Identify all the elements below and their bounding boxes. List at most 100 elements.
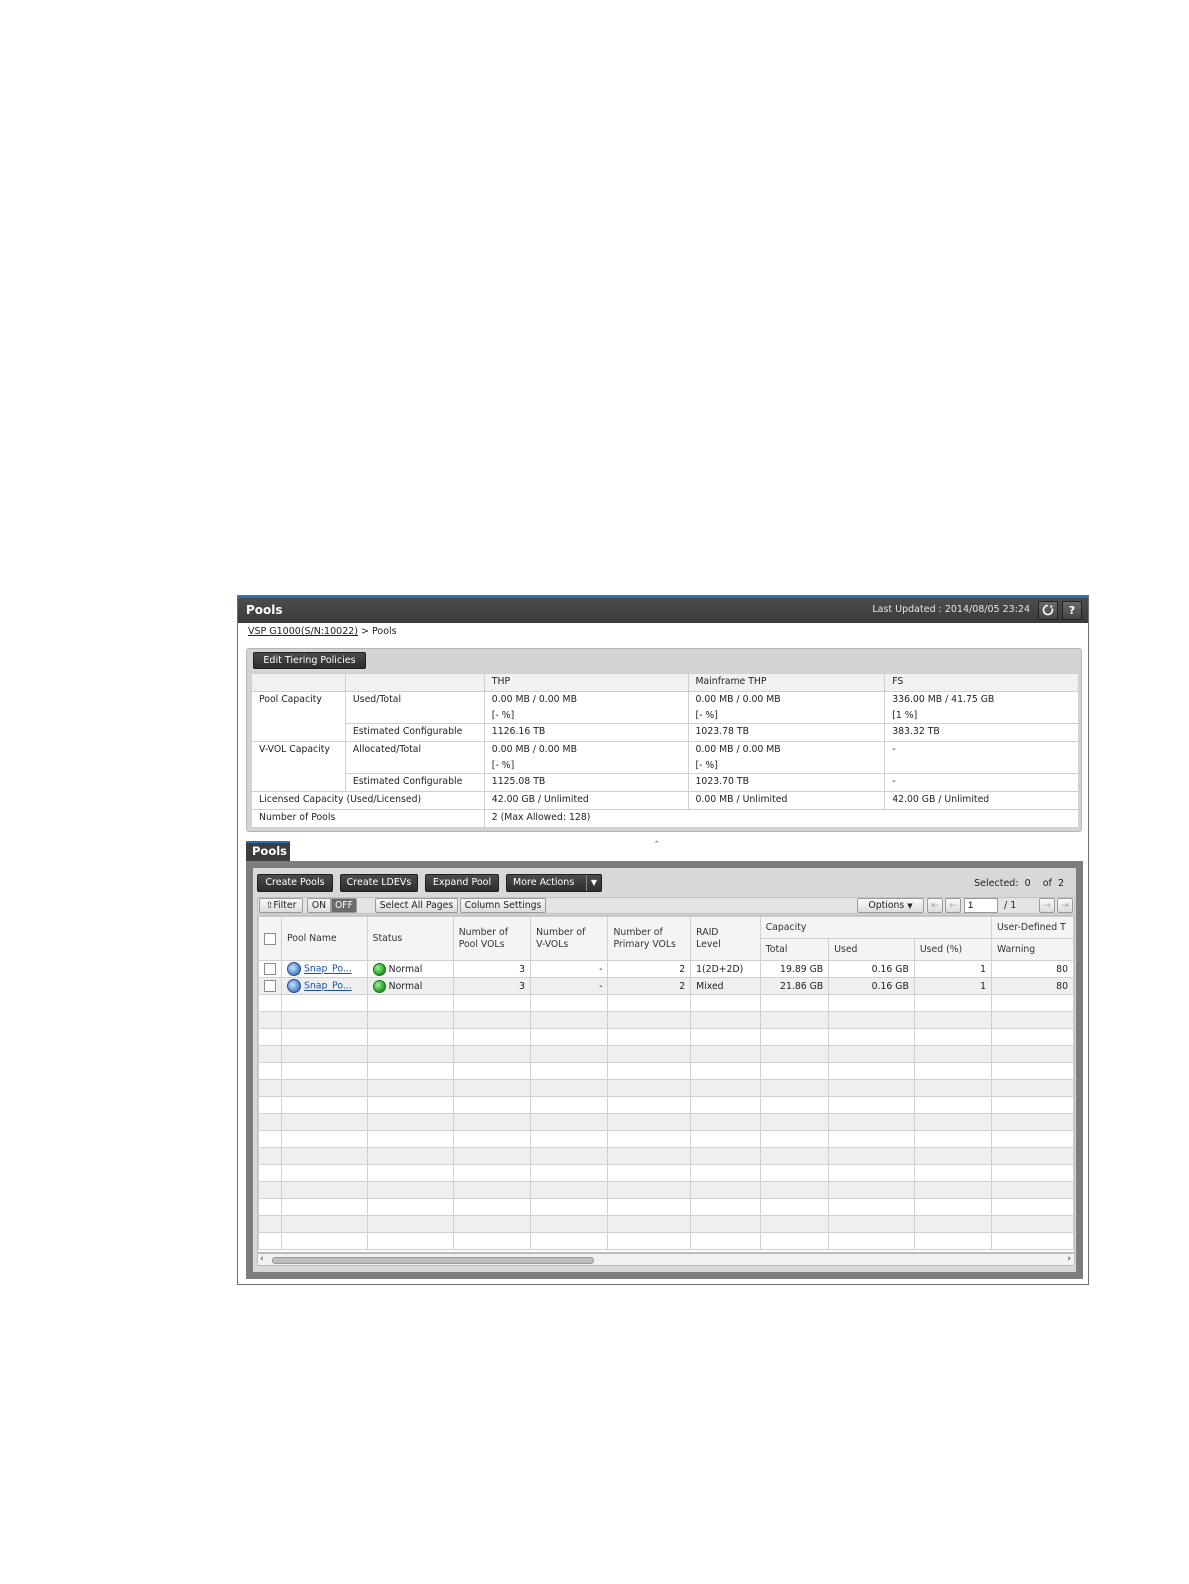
options-dropdown-icon: ▼: [907, 902, 913, 910]
number-of-pools-label: Number of Pools: [251, 809, 485, 828]
cell-used: 0.16 GB: [828, 960, 915, 978]
col-capacity: Capacity: [759, 916, 992, 939]
col-warning[interactable]: Warning: [990, 938, 1074, 961]
scroll-left-icon[interactable]: ‹: [260, 1254, 264, 1264]
breadcrumb-root-link[interactable]: VSP G1000(S/N:10022): [248, 626, 358, 637]
vvol-alloc-fs: -: [884, 741, 1079, 774]
licensed-mainframe: 0.00 MB / Unlimited: [687, 791, 886, 810]
empty-row: [258, 1130, 1074, 1148]
cell-total: 21.86 GB: [759, 977, 830, 995]
vvol-est-thp: 1125.08 TB: [483, 773, 689, 792]
breadcrumb-separator: >: [361, 626, 369, 637]
cell-primary-vols: 2: [607, 960, 692, 978]
pool-est-fs: 383.32 TB: [884, 723, 1079, 742]
pool-name-link[interactable]: Snap_Po...: [304, 981, 352, 992]
empty-row: [258, 1045, 1074, 1063]
table-row[interactable]: Snap_Po... Normal 3 - 2 1(2D+2D) 19.89 G…: [258, 960, 1074, 978]
col-pool-name[interactable]: Pool Name: [281, 916, 368, 961]
col-status[interactable]: Status: [366, 916, 454, 961]
col-vvols[interactable]: Number of V-VOLs: [530, 916, 609, 961]
expand-pool-button[interactable]: Expand Pool: [425, 874, 499, 892]
cell-vvols: -: [530, 960, 609, 978]
summary-header-mainframe-thp: Mainframe THP: [687, 673, 886, 692]
pool-name-link[interactable]: Snap_Po...: [304, 964, 352, 975]
col-raid-level[interactable]: RAID Level: [690, 916, 761, 961]
empty-row: [258, 1147, 1074, 1165]
scroll-right-icon[interactable]: ›: [1067, 1254, 1071, 1264]
select-all-checkbox[interactable]: [264, 932, 276, 945]
help-button[interactable]: ?: [1062, 601, 1082, 620]
col-pool-vols[interactable]: Number of Pool VOLs: [452, 916, 532, 961]
allocated-total-label: Allocated/Total: [344, 741, 485, 774]
pool-capacity-fs: 336.00 MB / 41.75 GB [1 %]: [884, 691, 1079, 724]
filter-bar: ⇧Filter ON OFF Select All Pages Column S…: [257, 897, 1075, 914]
vvol-capacity-label: V-VOL Capacity: [251, 741, 346, 792]
filter-off-toggle[interactable]: OFF: [331, 898, 357, 913]
col-used[interactable]: Used: [828, 938, 915, 961]
empty-row: [258, 1096, 1074, 1114]
pool-capacity-thp: 0.00 MB / 0.00 MB [- %]: [483, 691, 689, 724]
cell-pool-vols: 3: [452, 977, 532, 995]
scrollbar-thumb[interactable]: [272, 1257, 594, 1264]
more-actions-button[interactable]: More Actions ▼: [506, 874, 602, 892]
pools-inner: Create Pools Create LDEVs Expand Pool Mo…: [253, 868, 1076, 1272]
refresh-icon[interactable]: [1038, 601, 1058, 620]
col-used-pct[interactable]: Used (%): [913, 938, 992, 961]
empty-row: [258, 994, 1074, 1012]
breadcrumb-current: Pools: [372, 626, 397, 637]
licensed-capacity-label: Licensed Capacity (Used/Licensed): [251, 791, 485, 810]
collapse-caret-icon[interactable]: ‸: [655, 832, 658, 843]
licensed-fs: 42.00 GB / Unlimited: [884, 791, 1079, 810]
pool-capacity-mainframe: 0.00 MB / 0.00 MB [- %]: [687, 691, 886, 724]
dropdown-arrow-icon: ▼: [586, 875, 601, 891]
cell-primary-vols: 2: [607, 977, 692, 995]
prev-page-icon[interactable]: ←: [945, 898, 961, 913]
status-text: Normal: [388, 980, 423, 992]
page-total: / 1: [1004, 900, 1017, 911]
select-all-pages-button[interactable]: Select All Pages: [375, 898, 458, 913]
edit-tiering-policies-button[interactable]: Edit Tiering Policies: [253, 652, 366, 669]
cell-pool-vols: 3: [452, 960, 532, 978]
row-checkbox[interactable]: [264, 963, 276, 975]
summary-panel: Edit Tiering Policies THP Mainframe THP …: [246, 648, 1082, 832]
estimated-configurable-label: Estimated Configurable: [344, 773, 485, 792]
horizontal-scrollbar[interactable]: ‹ ›: [257, 1253, 1075, 1266]
empty-row: [258, 1215, 1074, 1233]
cell-warning: 80: [990, 977, 1074, 995]
last-page-icon[interactable]: ⇥: [1057, 898, 1073, 913]
col-total[interactable]: Total: [759, 938, 830, 961]
licensed-thp: 42.00 GB / Unlimited: [483, 791, 689, 810]
cell-used-pct: 1: [913, 960, 992, 978]
filter-button[interactable]: ⇧Filter: [259, 898, 303, 913]
empty-row: [258, 1181, 1074, 1199]
table-row[interactable]: Snap_Po... Normal 3 - 2 Mixed 21.86 GB 0…: [258, 977, 1074, 995]
cell-used: 0.16 GB: [828, 977, 915, 995]
pool-est-mainframe: 1023.78 TB: [687, 723, 886, 742]
filter-on-toggle[interactable]: ON: [307, 898, 331, 913]
estimated-configurable-label: Estimated Configurable: [344, 723, 485, 742]
next-page-icon[interactable]: →: [1039, 898, 1055, 913]
first-page-icon[interactable]: ⇤: [927, 898, 943, 913]
status-text: Normal: [388, 963, 423, 975]
tab-pools[interactable]: Pools: [246, 841, 290, 861]
pools-panel: Create Pools Create LDEVs Expand Pool Mo…: [246, 861, 1083, 1279]
create-pools-button[interactable]: Create Pools: [257, 874, 333, 892]
column-settings-button[interactable]: Column Settings: [460, 898, 546, 913]
more-actions-label: More Actions: [513, 877, 575, 888]
cell-total: 19.89 GB: [759, 960, 830, 978]
status-normal-icon: [372, 979, 386, 993]
col-user-defined: User-Defined T: [990, 916, 1074, 939]
options-button[interactable]: Options ▼: [857, 898, 924, 913]
empty-row: [258, 1011, 1074, 1029]
title-bar: Pools Last Updated : 2014/08/05 23:24 ?: [238, 596, 1088, 623]
pool-icon: [287, 979, 301, 993]
summary-header-blank: [251, 673, 346, 692]
page-number-input[interactable]: [964, 898, 998, 913]
selected-count: Selected: 0 of 2: [974, 878, 1064, 889]
vvol-est-fs: -: [884, 773, 1079, 792]
summary-table: THP Mainframe THP FS Pool Capacity Used/…: [251, 673, 1080, 828]
col-primary-vols[interactable]: Number of Primary VOLs: [607, 916, 692, 961]
row-checkbox[interactable]: [264, 980, 276, 992]
pool-capacity-label: Pool Capacity: [251, 691, 346, 742]
create-ldevs-button[interactable]: Create LDEVs: [340, 874, 418, 892]
